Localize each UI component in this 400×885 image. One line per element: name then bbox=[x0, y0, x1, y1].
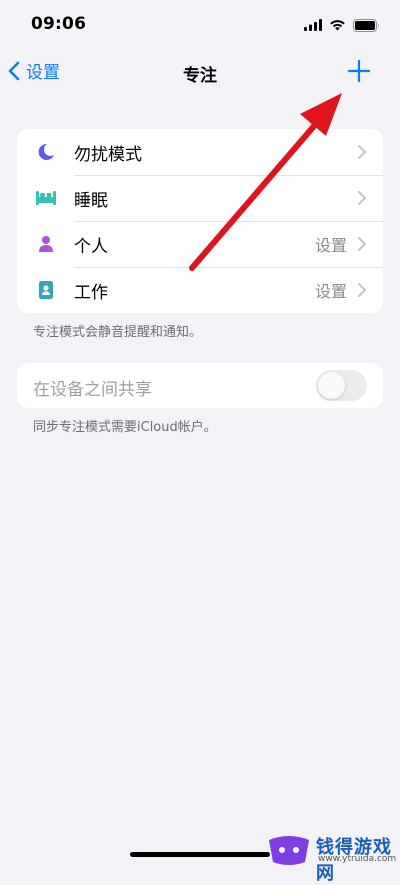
share-footnote: 同步专注模式需要iCloud帐户。 bbox=[33, 420, 217, 435]
id-badge-icon bbox=[35, 280, 57, 300]
focus-row-sleep[interactable]: 睡眠 bbox=[17, 175, 383, 221]
chevron-right-icon bbox=[358, 283, 366, 297]
share-label: 在设备之间共享 bbox=[33, 380, 152, 400]
focus-row-detail: 设置 bbox=[314, 282, 347, 301]
focus-row-do-not-disturb[interactable]: 勿扰模式 bbox=[17, 129, 383, 175]
focus-row-label: 工作 bbox=[74, 282, 108, 303]
chevron-right-icon bbox=[358, 145, 366, 159]
focus-row-label: 个人 bbox=[74, 236, 108, 257]
wifi-icon bbox=[330, 20, 345, 31]
share-across-devices-row: 在设备之间共享 bbox=[17, 363, 383, 408]
status-bar: 09:06 bbox=[0, 0, 400, 50]
bed-icon bbox=[35, 188, 57, 208]
focus-row-work[interactable]: 工作 设置 bbox=[17, 267, 383, 313]
moon-icon bbox=[35, 142, 57, 162]
focus-row-label: 勿扰模式 bbox=[74, 144, 142, 165]
chevron-right-icon bbox=[358, 191, 366, 205]
share-toggle[interactable] bbox=[316, 370, 367, 401]
page-title: 专注 bbox=[183, 66, 217, 86]
watermark-url: www.ytruida.com bbox=[318, 854, 397, 864]
person-icon bbox=[35, 234, 57, 254]
battery-icon bbox=[353, 18, 379, 32]
focus-footnote: 专注模式会静音提醒和通知。 bbox=[33, 325, 203, 340]
focus-row-personal[interactable]: 个人 设置 bbox=[17, 221, 383, 267]
status-icons bbox=[304, 16, 380, 34]
watermark-logo-icon bbox=[269, 836, 309, 865]
focus-mode-list: 勿扰模式 睡眠 个人 设置 工作 设置 bbox=[17, 129, 383, 313]
chevron-right-icon bbox=[358, 237, 366, 251]
toggle-knob bbox=[318, 372, 345, 399]
focus-row-label: 睡眠 bbox=[74, 190, 108, 211]
navigation-bar: 设置 专注 bbox=[0, 52, 400, 92]
cellular-signal-icon bbox=[304, 19, 322, 31]
status-time: 09:06 bbox=[31, 14, 87, 34]
home-indicator bbox=[130, 852, 270, 857]
focus-row-detail: 设置 bbox=[314, 236, 347, 255]
add-focus-button[interactable] bbox=[346, 58, 372, 84]
